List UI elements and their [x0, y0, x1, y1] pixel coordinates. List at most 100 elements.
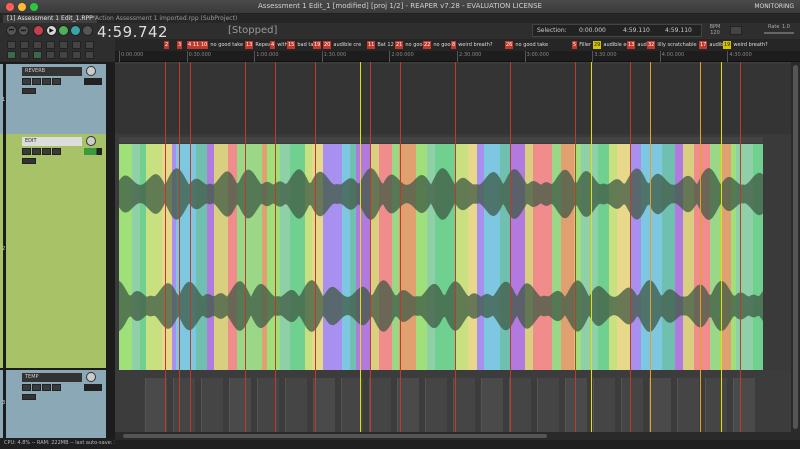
skip-to-end-button[interactable]: ⏭ — [18, 25, 29, 36]
track-name-field[interactable]: REVERB — [22, 67, 82, 76]
region-marker[interactable]: 32 lilly scratchable — [647, 41, 697, 49]
temp-media-item[interactable] — [285, 378, 307, 432]
envelope-lock-icon[interactable] — [59, 51, 68, 59]
region-marker[interactable]: 21 no good — [395, 41, 426, 49]
mute-button[interactable] — [32, 384, 41, 391]
temp-media-item[interactable] — [537, 378, 559, 432]
region-marker[interactable]: 2 — [164, 41, 171, 49]
track-edit[interactable]: 2 EDIT — [0, 134, 106, 368]
temp-media-item[interactable] — [481, 378, 503, 432]
temp-media-items[interactable] — [115, 378, 791, 432]
timeline-ruler[interactable]: 0:00.000 0:30.000 1:00.000 1:30.000 2:00.000… — [115, 51, 800, 62]
stop-button[interactable] — [58, 25, 69, 36]
rate-slider[interactable] — [764, 32, 794, 34]
play-button[interactable]: ▶ — [46, 25, 57, 36]
temp-media-item[interactable] — [565, 378, 587, 432]
track-buttons[interactable] — [22, 384, 82, 392]
temp-media-item[interactable] — [229, 378, 251, 432]
automation-mode-button[interactable] — [22, 394, 36, 400]
record-arm-button[interactable] — [22, 384, 31, 391]
temp-media-item[interactable] — [173, 378, 195, 432]
new-project-icon[interactable] — [7, 41, 16, 49]
solo-button[interactable] — [42, 148, 51, 155]
pause-button[interactable] — [70, 25, 81, 36]
region-marker[interactable]: 22 no good — [423, 41, 454, 49]
temp-media-item[interactable] — [621, 378, 643, 432]
region-marker[interactable]: 19 — [313, 41, 323, 49]
temp-media-item[interactable] — [677, 378, 699, 432]
track-name-field[interactable]: EDIT — [22, 137, 82, 146]
region-marker[interactable]: 20 audible cre — [323, 41, 361, 49]
fx-button[interactable] — [52, 148, 61, 155]
project-tab-main[interactable]: [1] Assessment 1 Edit_1.RPP — [3, 15, 97, 23]
selection-display[interactable]: Selection: 0:00.000 4:59.110 4:59.110 — [532, 24, 702, 37]
loop-button[interactable] — [82, 25, 93, 36]
snap-icon[interactable] — [33, 51, 42, 59]
project-tab-subproject[interactable]: *Action Assessment 1 imported.rpp (SubPr… — [88, 15, 241, 23]
temp-media-item[interactable] — [425, 378, 447, 432]
region-marker[interactable]: 5 Filler — [572, 41, 591, 49]
region-marker[interactable]: 8 weird breath? — [451, 41, 493, 49]
save-project-icon[interactable] — [33, 41, 42, 49]
region-marker[interactable]: 11 Bat 12 — [367, 41, 394, 49]
undo-icon[interactable] — [59, 41, 68, 49]
reverb-track-lane[interactable] — [115, 64, 791, 134]
grid-icon[interactable] — [20, 51, 29, 59]
redo-icon[interactable] — [72, 41, 81, 49]
skip-to-start-button[interactable]: ⏮ — [6, 25, 17, 36]
temp-media-item[interactable] — [593, 378, 615, 432]
rate-controls[interactable]: Rate 1.0 — [728, 24, 798, 38]
temp-media-item[interactable] — [509, 378, 531, 432]
region-marker[interactable]: 4 with — [270, 41, 288, 49]
metronome-icon[interactable] — [730, 26, 742, 35]
region-marker[interactable]: 26 no good take — [505, 41, 548, 49]
region-marker[interactable]: 19 weird breath? — [723, 41, 768, 49]
track-temp[interactable]: 3 TEMP — [0, 370, 106, 438]
temp-media-item[interactable] — [733, 378, 755, 432]
temp-media-item[interactable] — [313, 378, 335, 432]
temp-media-item[interactable] — [705, 378, 727, 432]
temp-media-item[interactable] — [369, 378, 391, 432]
volume-knob[interactable] — [86, 136, 96, 146]
temp-media-item[interactable] — [145, 378, 167, 432]
track-name-field[interactable]: TEMP — [22, 373, 82, 382]
record-button[interactable] — [33, 25, 44, 36]
solo-button[interactable] — [42, 78, 51, 85]
track-options-icon[interactable] — [85, 51, 94, 59]
region-marker[interactable]: 13 Repeat — [245, 41, 273, 49]
track-buttons[interactable] — [22, 148, 82, 156]
automation-mode-button[interactable] — [22, 158, 36, 164]
horizontal-scrollbar[interactable] — [115, 432, 791, 440]
edit-track-lane[interactable] — [115, 136, 791, 370]
vertical-scroll-thumb[interactable] — [793, 65, 798, 429]
region-marker[interactable]: 3 — [177, 41, 184, 49]
automation-mode-button[interactable] — [22, 88, 36, 94]
solo-button[interactable] — [42, 384, 51, 391]
mute-button[interactable] — [32, 148, 41, 155]
vertical-scrollbar[interactable] — [791, 62, 800, 432]
bpm-display[interactable]: BPM 120 — [705, 24, 725, 37]
fx-button[interactable] — [52, 384, 61, 391]
ripple-edit-icon[interactable] — [7, 51, 16, 59]
region-marker[interactable]: 10 no good take — [200, 41, 243, 49]
temp-media-item[interactable] — [649, 378, 671, 432]
temp-track-lane[interactable] — [115, 370, 791, 432]
horizontal-scroll-thumb[interactable] — [123, 434, 547, 438]
arrange-view[interactable] — [115, 62, 791, 432]
volume-knob[interactable] — [86, 372, 96, 382]
open-project-icon[interactable] — [20, 41, 29, 49]
metronome-toggle-icon[interactable] — [85, 41, 94, 49]
track-buttons[interactable] — [22, 78, 82, 86]
auto-crossfade-icon[interactable] — [46, 51, 55, 59]
temp-media-item[interactable] — [201, 378, 223, 432]
project-settings-icon[interactable] — [46, 41, 55, 49]
temp-media-item[interactable] — [453, 378, 475, 432]
record-arm-button[interactable] — [22, 148, 31, 155]
region-marker-lane[interactable]: 2 3 4 11 10 no good take 13 Repeat 4 with 1… — [115, 39, 800, 51]
locking-icon[interactable] — [72, 51, 81, 59]
fx-button[interactable] — [52, 78, 61, 85]
mute-button[interactable] — [32, 78, 41, 85]
volume-knob[interactable] — [86, 66, 96, 76]
track-reverb[interactable]: 1 REVERB — [0, 64, 106, 134]
record-arm-button[interactable] — [22, 78, 31, 85]
